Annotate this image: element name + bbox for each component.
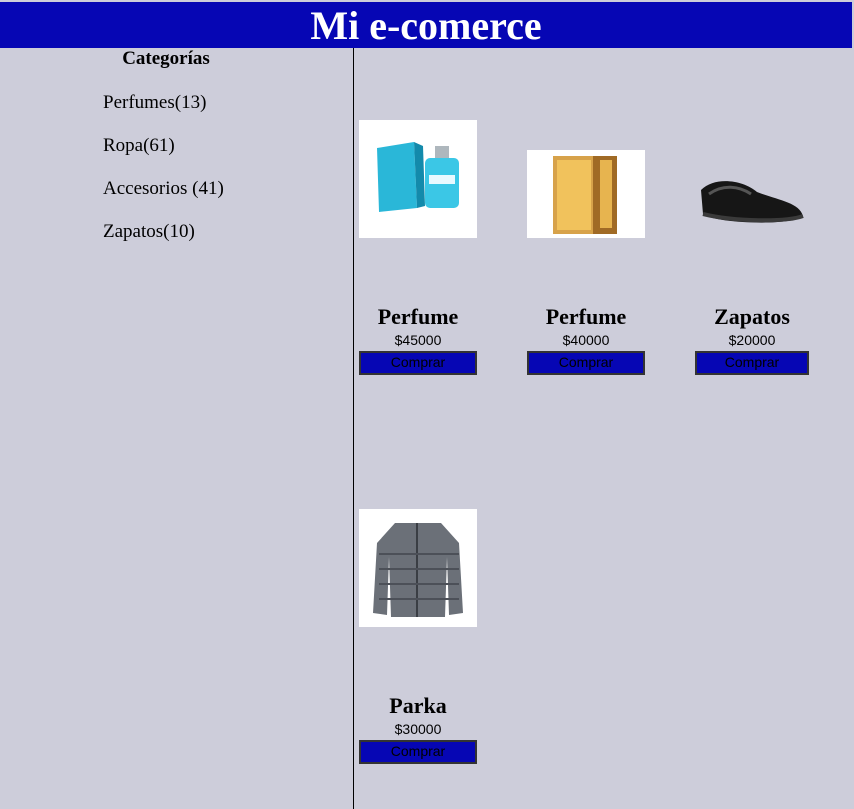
category-link-zapatos[interactable]: Zapatos(10) — [103, 221, 195, 243]
category-sidebar — [0, 48, 354, 809]
category-link-ropa[interactable]: Ropa(61) — [103, 135, 175, 157]
buy-button[interactable]: Comprar — [695, 351, 809, 375]
grey-parka-image — [359, 509, 477, 627]
product-name: Zapatos — [714, 304, 790, 329]
product-price: $45000 — [394, 332, 442, 348]
categories-heading: Categorías — [122, 48, 210, 69]
site-header: Mi e-comerce — [0, 2, 852, 48]
site-title: Mi e-comerce — [310, 3, 542, 48]
buy-button[interactable]: Comprar — [359, 351, 477, 375]
product-price: $20000 — [728, 332, 776, 348]
buy-button[interactable]: Comprar — [527, 351, 645, 375]
product-name: Perfume — [377, 304, 459, 329]
category-link-accesorios[interactable]: Accesorios (41) — [103, 178, 224, 200]
product-price: $30000 — [394, 721, 442, 737]
product-name: Perfume — [545, 304, 627, 329]
gold-perfume-image — [527, 150, 645, 238]
category-link-perfumes[interactable]: Perfumes(13) — [103, 92, 206, 114]
product-name: Parka — [389, 693, 447, 718]
buy-button[interactable]: Comprar — [359, 740, 477, 764]
product-price: $40000 — [562, 332, 610, 348]
black-shoe-image — [701, 181, 804, 223]
blue-perfume-image — [359, 120, 477, 238]
